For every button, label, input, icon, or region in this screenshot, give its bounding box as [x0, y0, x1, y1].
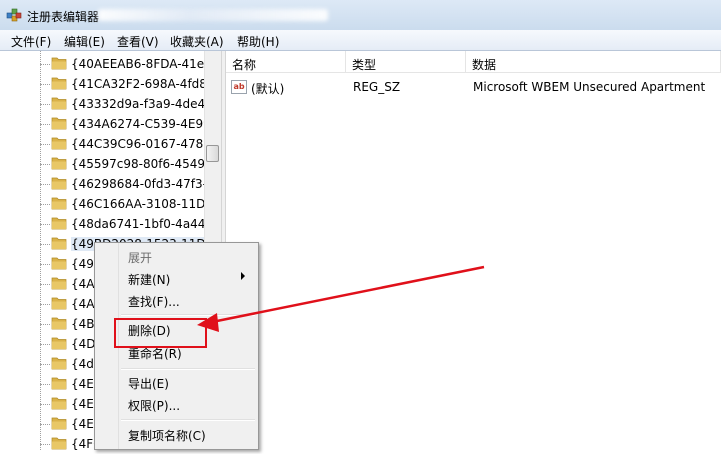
folder-icon: [51, 217, 67, 230]
tree-item[interactable]: {434A6274-C539-4E99-: [40, 114, 204, 134]
blurred-title-region: [98, 9, 328, 21]
tree-branch-line: [40, 124, 50, 125]
tree-branch-line: [40, 344, 50, 345]
column-header-type[interactable]: 类型: [346, 51, 466, 73]
folder-icon: [51, 297, 67, 310]
folder-icon: [51, 357, 67, 370]
folder-icon: [51, 437, 67, 450]
delete-highlight-box: [114, 318, 207, 348]
tree-item-label: {41CA32F2-698A-4fd8-: [71, 77, 204, 91]
registry-editor-icon: [6, 8, 22, 22]
tree-item[interactable]: {40AEEAB6-8FDA-41e3: [40, 54, 204, 74]
menu-bar: 文件(F) 编辑(E) 查看(V) 收藏夹(A) 帮助(H): [0, 30, 721, 51]
menu-view[interactable]: 查看(V): [117, 33, 159, 50]
tree-item-label: {434A6274-C539-4E99-: [71, 117, 204, 131]
tree-branch-line: [40, 364, 50, 365]
folder-icon: [51, 97, 67, 110]
menu-edit[interactable]: 编辑(E): [64, 33, 105, 50]
folder-icon: [51, 157, 67, 170]
tree-item[interactable]: {46298684-0fd3-47f3-9: [40, 174, 204, 194]
folder-icon: [51, 337, 67, 350]
value-row-type[interactable]: REG_SZ: [353, 80, 400, 94]
tree-item[interactable]: {43332d9a-f3a9-4de4-: [40, 94, 204, 114]
tree-branch-line: [40, 304, 50, 305]
folder-icon: [51, 237, 67, 250]
registry-editor-window: 注册表编辑器 文件(F) 编辑(E) 查看(V) 收藏夹(A) 帮助(H) {4…: [0, 0, 721, 451]
tree-branch-line: [40, 404, 50, 405]
folder-icon: [51, 57, 67, 70]
menu-file[interactable]: 文件(F): [11, 33, 51, 50]
title-bar[interactable]: 注册表编辑器: [0, 0, 721, 30]
string-value-icon: ab: [231, 80, 247, 94]
folder-icon: [51, 317, 67, 330]
ctx-item-export[interactable]: 导出(E): [128, 375, 169, 392]
tree-item-label: {4D: [71, 337, 96, 351]
ctx-item-expand[interactable]: 展开: [128, 249, 152, 266]
folder-icon: [51, 277, 67, 290]
tree-item[interactable]: {41CA32F2-698A-4fd8-: [40, 74, 204, 94]
folder-icon: [51, 257, 67, 270]
tree-branch-line: [40, 224, 50, 225]
values-pane[interactable]: [226, 51, 721, 450]
ctx-item-permissions[interactable]: 权限(P)...: [128, 397, 180, 414]
folder-icon: [51, 77, 67, 90]
value-row-name[interactable]: (默认): [251, 80, 284, 97]
tree-branch-line: [40, 184, 50, 185]
tree-item-label: {44C39C96-0167-478F-: [71, 137, 204, 151]
tree-branch-line: [40, 164, 50, 165]
tree-branch-line: [40, 424, 50, 425]
ctx-item-new[interactable]: 新建(N): [128, 271, 170, 288]
tree-item-label: {48da6741-1bf0-4a44-: [71, 217, 204, 231]
window-title: 注册表编辑器: [27, 10, 100, 24]
folder-icon: [51, 177, 67, 190]
ctx-separator: [121, 368, 255, 370]
folder-icon: [51, 137, 67, 150]
tree-branch-line: [40, 384, 50, 385]
tree-branch-line: [40, 284, 50, 285]
ctx-separator: [121, 314, 255, 316]
tree-item[interactable]: {44C39C96-0167-478F-: [40, 134, 204, 154]
tree-item[interactable]: {46C166AA-3108-11D4: [40, 194, 204, 214]
value-row-data[interactable]: Microsoft WBEM Unsecured Apartment: [473, 80, 705, 94]
tree-item[interactable]: {45597c98-80f6-4549-8: [40, 154, 204, 174]
column-header-name[interactable]: 名称: [226, 51, 346, 73]
tree-scroll-thumb[interactable]: [206, 145, 219, 162]
submenu-arrow-icon: [241, 272, 245, 280]
tree-branch-line: [40, 444, 50, 445]
tree-branch-line: [40, 324, 50, 325]
tree-branch-line: [40, 64, 50, 65]
folder-icon: [51, 377, 67, 390]
tree-branch-line: [40, 104, 50, 105]
tree-item-label: {40AEEAB6-8FDA-41e3: [71, 57, 204, 71]
tree-item[interactable]: {48da6741-1bf0-4a44-: [40, 214, 204, 234]
folder-icon: [51, 117, 67, 130]
menu-favorites[interactable]: 收藏夹(A): [170, 33, 224, 50]
tree-branch-line: [40, 204, 50, 205]
tree-item-label: {46C166AA-3108-11D4: [71, 197, 204, 211]
ctx-item-find[interactable]: 查找(F)...: [128, 293, 180, 310]
folder-icon: [51, 397, 67, 410]
tree-branch-line: [40, 244, 50, 245]
folder-icon: [51, 417, 67, 430]
tree-branch-line: [40, 84, 50, 85]
tree-item-label: {45597c98-80f6-4549-8: [71, 157, 204, 171]
ctx-separator: [121, 419, 255, 421]
folder-icon: [51, 197, 67, 210]
ctx-item-copy-key-name[interactable]: 复制项名称(C): [128, 427, 206, 444]
menu-help[interactable]: 帮助(H): [237, 33, 279, 50]
tree-branch-line: [40, 264, 50, 265]
tree-item-label: {46298684-0fd3-47f3-9: [71, 177, 204, 191]
tree-item-label: {43332d9a-f3a9-4de4-: [71, 97, 204, 111]
column-header-data[interactable]: 数据: [466, 51, 721, 73]
tree-branch-line: [40, 144, 50, 145]
